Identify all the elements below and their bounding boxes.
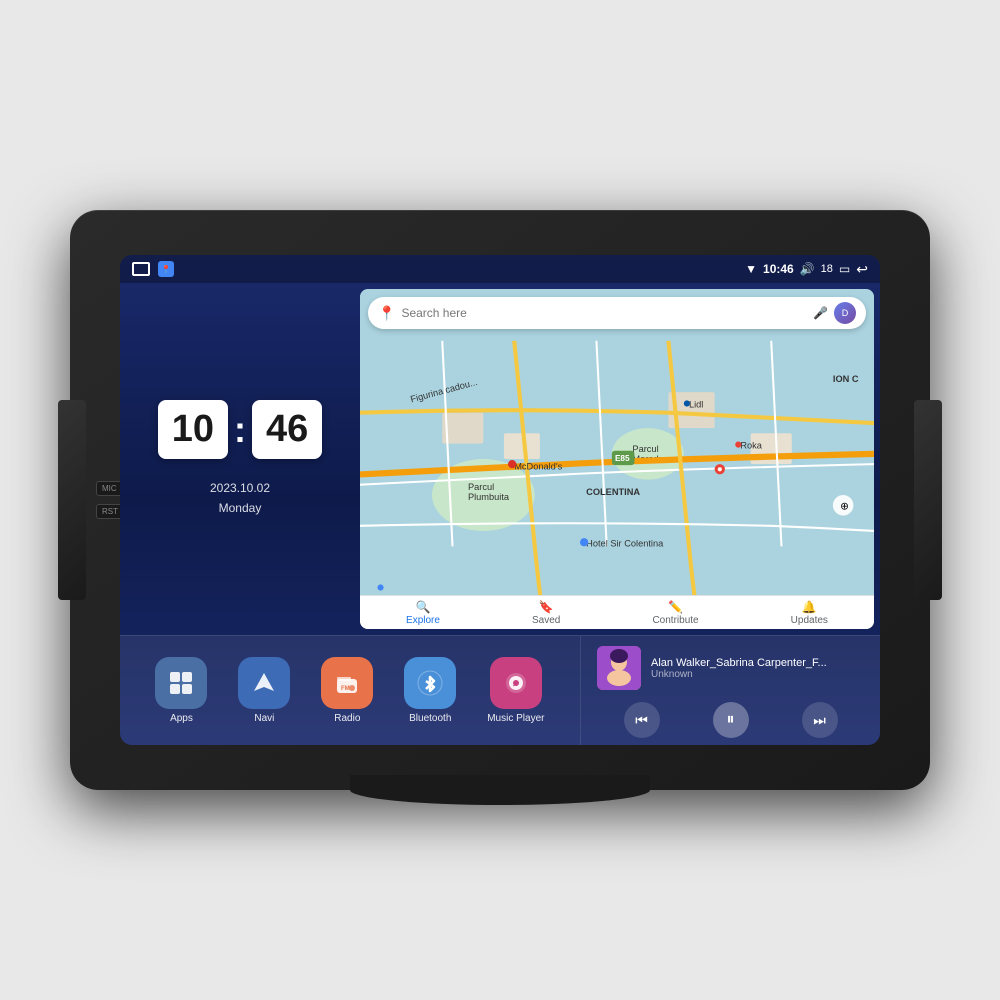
saved-icon: 🔖 bbox=[539, 600, 554, 614]
music-controls: ⏮ ⏸ ⏭ bbox=[597, 702, 864, 738]
svg-text:FM: FM bbox=[341, 686, 350, 692]
time-display: 10:46 bbox=[763, 262, 794, 276]
radio-icon-item[interactable]: FM Radio bbox=[321, 657, 373, 724]
radio-icon-circle: FM bbox=[321, 657, 373, 709]
map-panel[interactable]: Parcul Plumbuita Parcul Morodrom bbox=[360, 289, 874, 629]
right-bracket bbox=[914, 400, 942, 600]
music-player-label: Music Player bbox=[487, 713, 544, 724]
apps-icon-circle bbox=[155, 657, 207, 709]
music-top: Alan Walker_Sabrina Carpenter_F... Unkno… bbox=[597, 646, 864, 690]
date-display: 2023.10.02 Monday bbox=[210, 479, 270, 517]
music-artist: Unknown bbox=[651, 669, 864, 680]
bottom-curve bbox=[350, 775, 650, 805]
apps-label: Apps bbox=[170, 713, 193, 724]
explore-label: Explore bbox=[406, 615, 440, 626]
svg-text:COLENTINA: COLENTINA bbox=[586, 487, 640, 497]
music-next-button[interactable]: ⏭ bbox=[802, 702, 838, 738]
svg-text:E85: E85 bbox=[615, 454, 630, 463]
svg-text:McDonald's: McDonald's bbox=[514, 461, 562, 471]
maps-status-icon: 📍 bbox=[158, 261, 174, 277]
date-text: 2023.10.02 bbox=[210, 479, 270, 498]
updates-label: Updates bbox=[791, 615, 828, 626]
car-head-unit: MIC RST 📍 ▼ 10:46 🔊 18 ▭ ↩ bbox=[70, 210, 930, 790]
status-bar: 📍 ▼ 10:46 🔊 18 ▭ ↩ bbox=[120, 255, 880, 283]
back-icon[interactable]: ↩ bbox=[856, 261, 868, 278]
map-search-bar[interactable]: 📍 Search here 🎤 D bbox=[368, 297, 866, 329]
user-avatar[interactable]: D bbox=[834, 302, 856, 324]
recents-icon[interactable]: ▭ bbox=[839, 262, 850, 276]
radio-label: Radio bbox=[334, 713, 360, 724]
svg-text:Lidl: Lidl bbox=[689, 400, 703, 410]
music-album-art bbox=[597, 646, 641, 690]
saved-label: Saved bbox=[532, 615, 560, 626]
left-panel: 10 : 46 2023.10.02 Monday bbox=[120, 283, 360, 635]
map-pin-icon: 📍 bbox=[378, 305, 395, 322]
svg-text:⊕: ⊕ bbox=[840, 501, 849, 512]
svg-text:ION C: ION C bbox=[833, 374, 859, 384]
updates-icon: 🔔 bbox=[802, 600, 817, 614]
map-svg: Parcul Plumbuita Parcul Morodrom bbox=[360, 289, 874, 629]
music-play-pause-button[interactable]: ⏸ bbox=[713, 702, 749, 738]
explore-icon: 🔍 bbox=[416, 600, 431, 614]
android-screen: 📍 ▼ 10:46 🔊 18 ▭ ↩ 10 : bbox=[120, 255, 880, 745]
svg-text:Hotel Sir Colentina: Hotel Sir Colentina bbox=[586, 538, 664, 548]
screen-bezel: 📍 ▼ 10:46 🔊 18 ▭ ↩ 10 : bbox=[120, 255, 880, 745]
music-player-icon-item[interactable]: ♫ Music Player bbox=[487, 657, 544, 724]
volume-icon: 🔊 bbox=[800, 262, 815, 276]
map-explore-tab[interactable]: 🔍 Explore bbox=[406, 600, 440, 626]
music-title: Alan Walker_Sabrina Carpenter_F... bbox=[651, 657, 864, 669]
svg-text:Parcul: Parcul bbox=[468, 482, 494, 492]
home-nav-icon[interactable] bbox=[132, 262, 150, 276]
map-bottom-bar: 🔍 Explore 🔖 Saved ✏️ Contribute bbox=[360, 595, 874, 629]
status-bar-right: ▼ 10:46 🔊 18 ▭ ↩ bbox=[745, 261, 868, 278]
map-mic-icon[interactable]: 🎤 bbox=[813, 306, 828, 320]
contribute-icon: ✏️ bbox=[668, 600, 683, 614]
music-prev-button[interactable]: ⏮ bbox=[624, 702, 660, 738]
day-text: Monday bbox=[210, 499, 270, 518]
svg-text:♫: ♫ bbox=[512, 679, 518, 688]
map-search-placeholder: Search here bbox=[401, 306, 807, 320]
music-player-icon-circle: ♫ bbox=[490, 657, 542, 709]
navi-icon-circle bbox=[238, 657, 290, 709]
map-saved-tab[interactable]: 🔖 Saved bbox=[532, 600, 560, 626]
app-icons-section: Apps Navi bbox=[120, 635, 580, 745]
clock-display: 10 : 46 bbox=[158, 400, 323, 459]
bluetooth-icon-item[interactable]: Bluetooth bbox=[404, 657, 456, 724]
bottom-section: Apps Navi bbox=[120, 635, 880, 745]
navi-icon-item[interactable]: Navi bbox=[238, 657, 290, 724]
main-content: 10 : 46 2023.10.02 Monday bbox=[120, 283, 880, 635]
music-info: Alan Walker_Sabrina Carpenter_F... Unkno… bbox=[651, 657, 864, 680]
clock-hours: 10 bbox=[158, 400, 228, 459]
bluetooth-icon-circle bbox=[404, 657, 456, 709]
battery-level: 18 bbox=[821, 263, 833, 275]
map-updates-tab[interactable]: 🔔 Updates bbox=[791, 600, 828, 626]
svg-text:Plumbuita: Plumbuita bbox=[468, 492, 510, 502]
status-bar-left: 📍 bbox=[132, 261, 174, 277]
contribute-label: Contribute bbox=[652, 615, 698, 626]
music-section: Alan Walker_Sabrina Carpenter_F... Unkno… bbox=[580, 635, 880, 745]
bluetooth-label: Bluetooth bbox=[409, 713, 451, 724]
navi-label: Navi bbox=[254, 713, 274, 724]
map-contribute-tab[interactable]: ✏️ Contribute bbox=[652, 600, 698, 626]
svg-text:Parcul: Parcul bbox=[632, 444, 658, 454]
apps-icon-item[interactable]: Apps bbox=[155, 657, 207, 724]
svg-text:Roka: Roka bbox=[740, 441, 762, 451]
clock-colon: : bbox=[234, 409, 246, 451]
clock-minutes: 46 bbox=[252, 400, 322, 459]
map-background: Parcul Plumbuita Parcul Morodrom bbox=[360, 289, 874, 629]
left-bracket bbox=[58, 400, 86, 600]
wifi-icon: ▼ bbox=[745, 262, 757, 276]
